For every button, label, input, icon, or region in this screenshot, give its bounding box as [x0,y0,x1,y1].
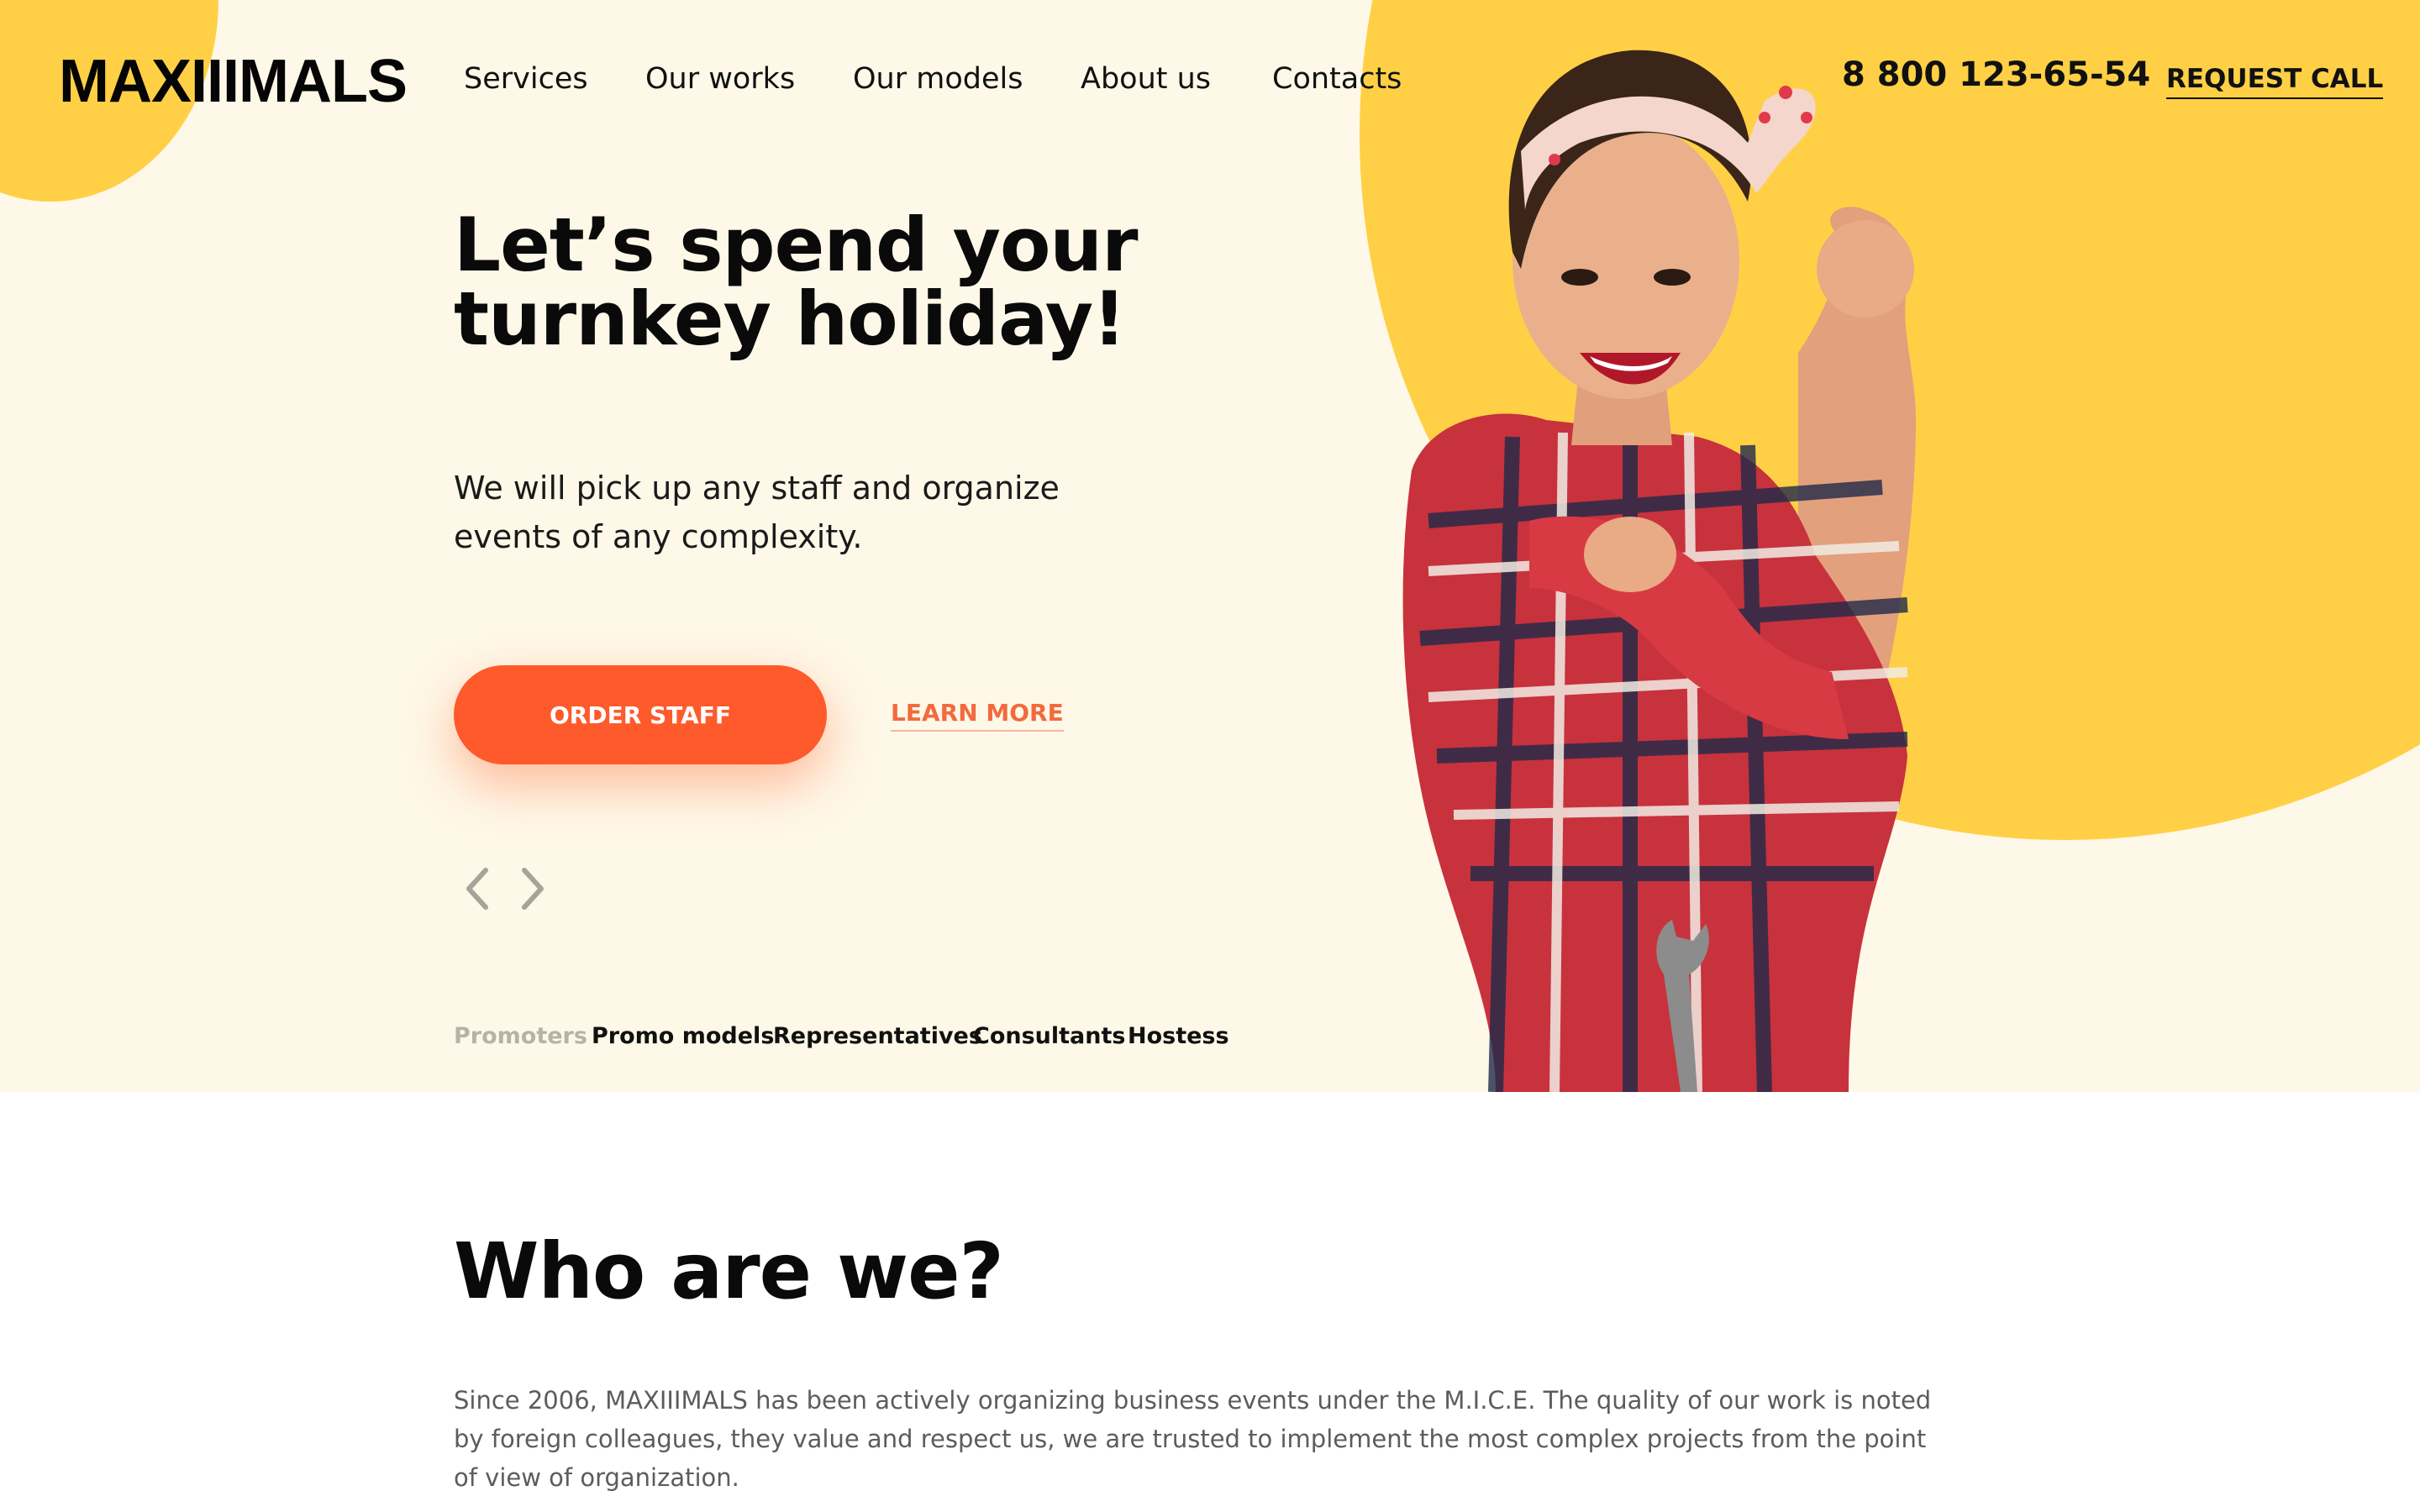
about-text: Since 2006, MAXIIIMALS has been actively… [454,1386,1932,1492]
hero-subtext: We will pick up any staff and organize e… [454,470,1060,555]
tab-representatives[interactable]: Representatives [773,1023,982,1049]
request-call-link[interactable]: REQUEST CALL [2166,64,2384,99]
learn-more-link[interactable]: LEARN MORE [891,699,1064,732]
hero-headline: Let’s spend your turnkey holiday! [454,202,1138,362]
nav-item-about-us[interactable]: About us [1081,62,1211,96]
hero-model-photo [1402,50,1916,1092]
nav-item-our-models[interactable]: Our models [853,62,1023,96]
nav-item-contacts[interactable]: Contacts [1272,62,1402,96]
chevron-left-icon[interactable] [460,865,494,912]
about-title: Who are we? [454,1226,1004,1316]
hero-section: MAXIIIMALS Services Our works Our models… [0,0,2420,1092]
brand-logo[interactable]: MAXIIIMALS [59,47,408,116]
tab-promoters[interactable]: Promoters [454,1023,587,1049]
chevron-right-icon[interactable] [516,865,550,912]
nav-item-services[interactable]: Services [464,62,588,96]
tab-promo-models[interactable]: Promo models [592,1023,774,1049]
tab-hostess[interactable]: Hostess [1128,1023,1229,1049]
phone-number[interactable]: 8 800 123-65-54 [1842,55,2150,94]
tab-consultants[interactable]: Consultants [973,1023,1125,1049]
order-staff-button[interactable]: ORDER STAFF [454,665,827,764]
nav-item-our-works[interactable]: Our works [645,62,795,96]
